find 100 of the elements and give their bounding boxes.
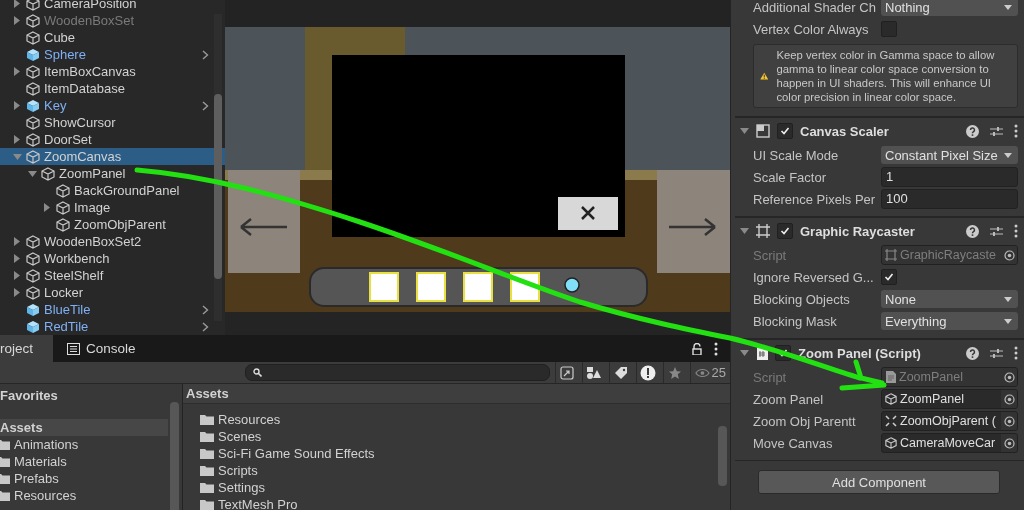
object-picker-button[interactable] (1001, 412, 1017, 430)
folder-item[interactable]: Materials (0, 453, 168, 470)
hierarchy-item[interactable]: Cube (0, 29, 225, 46)
hierarchy-item[interactable]: DoorSet (0, 131, 225, 148)
expand-arrow-icon[interactable] (13, 135, 21, 144)
object-picker-button[interactable] (1001, 434, 1017, 452)
folder-item[interactable]: Resources (0, 487, 168, 504)
help-icon[interactable] (966, 224, 979, 238)
more-options-icon[interactable] (1014, 224, 1018, 238)
folder-item[interactable]: Assets (0, 419, 168, 436)
chevron-right-icon[interactable] (202, 304, 209, 315)
field-label: Blocking Objects (753, 291, 851, 307)
script-icon (756, 346, 768, 360)
chevron-right-icon[interactable] (202, 49, 209, 60)
settings-sliders-icon[interactable] (990, 124, 1003, 138)
caret-icon (1004, 318, 1012, 324)
expand-arrow-icon[interactable] (13, 254, 21, 263)
object-field[interactable]: CameraMoveCar (881, 433, 1018, 453)
add-component-button[interactable]: Add Component (758, 470, 1000, 494)
hierarchy-item[interactable]: RedTile (0, 318, 225, 335)
collapse-arrow-icon[interactable] (740, 349, 749, 357)
hierarchy-item[interactable]: ZoomPanel (0, 165, 225, 182)
hierarchy-item[interactable]: Sphere (0, 46, 225, 63)
help-icon[interactable] (966, 346, 979, 360)
dropdown[interactable]: Everything (881, 312, 1018, 330)
folder-item[interactable]: Scenes (200, 428, 730, 445)
checkbox[interactable] (777, 223, 793, 239)
hierarchy-item[interactable]: Image (0, 199, 225, 216)
dropdown[interactable]: None (881, 290, 1018, 308)
component-header[interactable]: Graphic Raycaster (735, 217, 1024, 244)
collapse-arrow-icon[interactable] (740, 227, 749, 235)
expand-arrow-icon[interactable] (43, 203, 51, 212)
expand-arrow-icon[interactable] (13, 101, 21, 110)
raycaster-icon (885, 249, 897, 261)
settings-sliders-icon[interactable] (990, 346, 1003, 360)
folder-item[interactable]: Animations (0, 436, 168, 453)
checkbox[interactable] (777, 123, 793, 139)
field-label: Additional Shader Ch (753, 0, 877, 15)
hierarchy-item[interactable]: ZoomObjParent (0, 216, 225, 233)
expand-arrow-icon[interactable] (13, 0, 21, 8)
expand-arrow-icon[interactable] (13, 288, 21, 297)
hierarchy-item[interactable]: ShowCursor (0, 114, 225, 131)
object-picker-button[interactable] (1001, 390, 1017, 408)
object-field[interactable]: ZoomObjParent ( (881, 411, 1018, 431)
hierarchy-item[interactable]: BackGroundPanel (0, 182, 225, 199)
hierarchy-item[interactable]: ItemBoxCanvas (0, 63, 225, 80)
hierarchy-item[interactable]: ZoomCanvas (0, 148, 225, 165)
help-icon[interactable] (966, 124, 979, 138)
input-field[interactable]: 1 (881, 167, 1018, 187)
component-header[interactable]: Canvas Scaler (735, 117, 1024, 144)
more-options-icon[interactable] (1014, 124, 1018, 138)
hierarchy-item[interactable]: Workbench (0, 250, 225, 267)
input-field[interactable]: 100 (881, 189, 1018, 209)
folder-item[interactable]: Resources (200, 411, 730, 428)
chevron-right-icon[interactable] (202, 321, 209, 332)
field-label: Vertex Color Always (753, 21, 870, 37)
hierarchy-item[interactable]: Key (0, 97, 225, 114)
checkbox[interactable] (881, 269, 897, 285)
cube-icon (26, 13, 40, 28)
component-title: Graphic Raycaster (800, 223, 915, 239)
dropdown[interactable]: Constant Pixel Size (881, 146, 1018, 164)
field-label: Move Canvas (753, 435, 834, 451)
folder-item[interactable]: Prefabs (0, 470, 168, 487)
folder-icon (0, 473, 10, 484)
exclamation-icon (640, 364, 657, 381)
expand-arrow-icon[interactable] (13, 67, 21, 76)
dropdown[interactable]: Nothing (881, 0, 1018, 16)
checkbox[interactable] (881, 21, 897, 37)
folder-item[interactable]: TextMesh Pro (200, 496, 730, 510)
more-options-icon[interactable] (714, 341, 718, 356)
search-icon (253, 368, 262, 377)
prefab-cube-icon (26, 302, 40, 317)
chevron-right-icon[interactable] (202, 100, 209, 111)
collapse-arrow-icon[interactable] (27, 169, 37, 178)
checkmark-icon (780, 126, 790, 136)
settings-sliders-icon[interactable] (990, 224, 1003, 238)
tab[interactable]: roject (0, 335, 53, 362)
expand-arrow-icon[interactable] (13, 271, 21, 280)
expand-arrow-icon[interactable] (13, 237, 21, 246)
folder-item[interactable]: Sci-Fi Game Sound Effects (200, 445, 730, 462)
cube-icon (26, 81, 40, 96)
collapse-arrow-icon[interactable] (740, 127, 749, 135)
hierarchy-item[interactable]: Locker (0, 284, 225, 301)
tab[interactable]: Console (67, 335, 150, 362)
cube-icon (26, 64, 40, 79)
hierarchy-item[interactable]: ItemDatabase (0, 80, 225, 97)
folder-item[interactable]: Settings (200, 479, 730, 496)
field-label: UI Scale Mode (753, 147, 840, 163)
scrollbar[interactable] (214, 14, 222, 321)
item-slot (369, 272, 399, 302)
more-options-icon[interactable] (1014, 346, 1018, 360)
hierarchy-item[interactable]: BlueTile (0, 301, 225, 318)
lock-icon[interactable] (692, 342, 702, 355)
folder-item[interactable]: Scripts (200, 462, 730, 479)
search-field[interactable] (245, 364, 550, 381)
hierarchy-item[interactable]: SteelShelf (0, 267, 225, 284)
object-field[interactable]: ZoomPanel (881, 389, 1018, 409)
component-title: Canvas Scaler (800, 123, 889, 139)
item-slot (416, 272, 446, 302)
hierarchy-item[interactable]: WoodenBoxSet2 (0, 233, 225, 250)
